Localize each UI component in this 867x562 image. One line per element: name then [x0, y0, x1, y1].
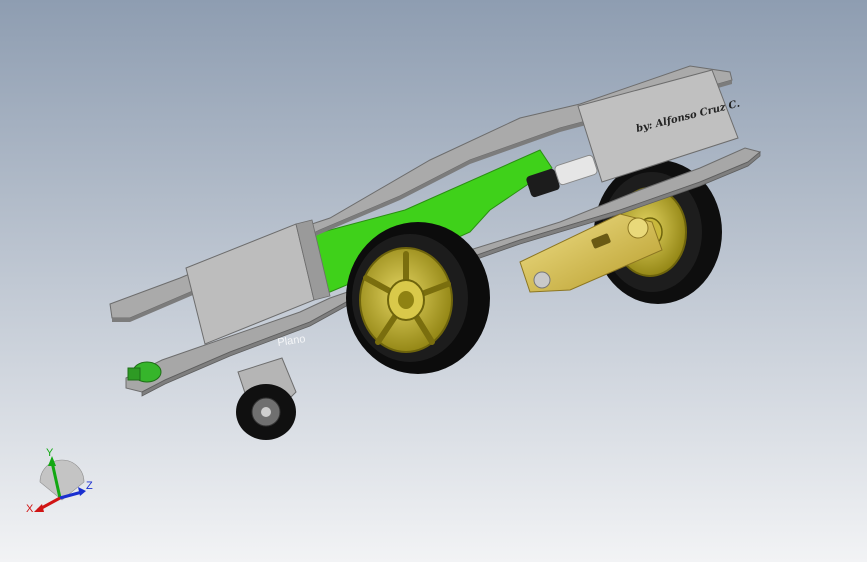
- caster-wheel: [236, 357, 297, 440]
- triad-x-label: X: [26, 503, 34, 515]
- 3d-graphics-viewport[interactable]: by: Alfonso Cruz C. Plano Y Z X: [0, 0, 867, 562]
- front-left-wheel: [346, 222, 490, 374]
- model-view-canvas[interactable]: by: Alfonso Cruz C. Plano Y Z X: [0, 0, 867, 562]
- triad-z-label: Z: [86, 480, 93, 492]
- triad-y-label: Y: [46, 447, 54, 459]
